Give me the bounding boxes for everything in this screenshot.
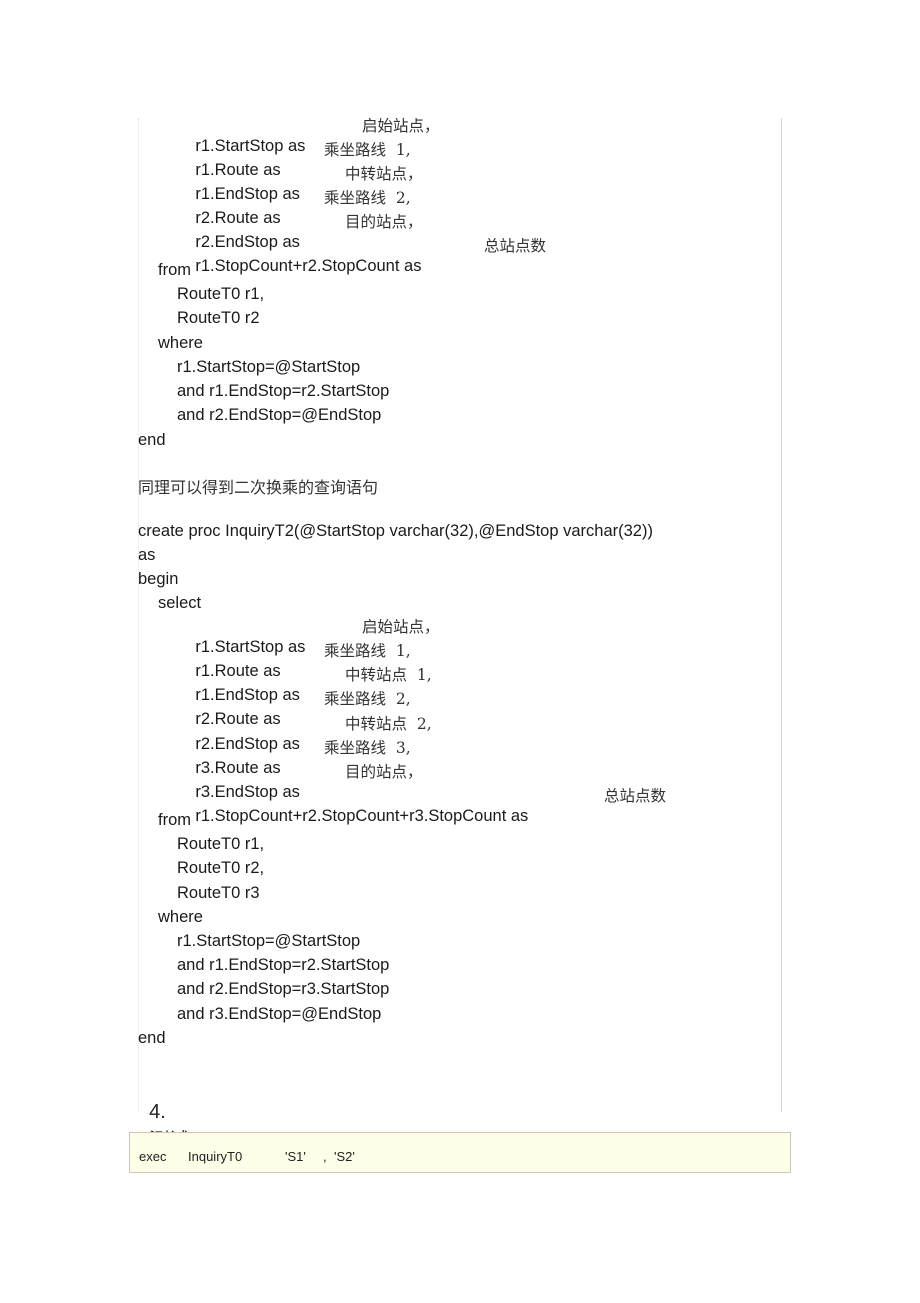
table-ref: RouteT0 r3: [177, 884, 260, 902]
where-keyword: where: [158, 908, 203, 926]
table-ref: RouteT0 r2,: [177, 859, 265, 877]
code-line: r1.Route as 乘坐路线 1,: [138, 641, 777, 680]
select-alias: 乘坐路线 1,: [324, 642, 411, 660]
end-keyword: end: [138, 431, 166, 449]
where-condition: and r1.EndStop=r2.StartStop: [177, 956, 390, 974]
select-alias: 乘坐路线 1,: [324, 141, 411, 159]
select-alias: 乘坐路线 2,: [324, 690, 411, 708]
end-keyword: end: [138, 1029, 166, 1047]
code-line: r2.EndStop as 目的站点，: [138, 212, 737, 251]
code-line: r1.StopCount+r2.StopCount+r3.StopCount a…: [138, 786, 777, 825]
table-ref: RouteT0 r1,: [177, 835, 265, 853]
code-line: r1.StartStop as 启始站点，: [138, 617, 777, 656]
select-expr: r1.StopCount+r2.StopCount as: [195, 257, 422, 275]
create-proc-line: create proc InquiryT2(@StartStop varchar…: [138, 522, 653, 540]
code-frame-right-border: [781, 118, 782, 1112]
code-line: r1.EndStop as 中转站点 1,: [138, 665, 777, 704]
select-alias: 目的站点，: [345, 213, 423, 231]
select-alias: 启始站点，: [362, 618, 440, 636]
from-keyword: from: [158, 261, 191, 279]
select-alias: 中转站点 2,: [345, 715, 432, 733]
where-condition: r1.StartStop=@StartStop: [177, 932, 361, 950]
code-line: r3.Route as 乘坐路线 3,: [138, 738, 777, 777]
select-alias: 目的站点，: [345, 763, 423, 781]
select-alias: 乘坐路线 2,: [324, 189, 411, 207]
code-line: r2.Route as 乘坐路线 2,: [138, 689, 777, 728]
proc-name: InquiryT0: [188, 1149, 243, 1164]
arg-separator: ,: [323, 1149, 327, 1164]
where-keyword: where: [158, 334, 203, 352]
exec-code-box: exec InquiryT0 'S1' , 'S2': [129, 1132, 791, 1173]
select-alias: 中转站点 1,: [345, 666, 432, 684]
code-line: r1.EndStop as 中转站点，: [138, 164, 737, 203]
where-condition: and r1.EndStop=r2.StartStop: [177, 382, 390, 400]
select-alias: 乘坐路线 3,: [324, 739, 411, 757]
code-line: r3.EndStop as 目的站点，: [138, 762, 777, 801]
code-line: r1.StartStop as 启始站点，: [138, 116, 737, 155]
select-alias: 总站点数: [484, 237, 547, 255]
select-alias: 中转站点，: [345, 165, 423, 183]
select-alias: 启始站点，: [362, 117, 440, 135]
table-ref: RouteT0 r1,: [177, 285, 265, 303]
from-keyword: from: [158, 811, 191, 829]
begin-keyword: begin: [138, 570, 179, 588]
where-condition: r1.StartStop=@StartStop: [177, 358, 361, 376]
body-paragraph: 同理可以得到二次换乘的查询语句: [138, 478, 379, 497]
select-alias: 总站点数: [604, 787, 667, 805]
where-condition: and r3.EndStop=@EndStop: [177, 1005, 382, 1023]
where-condition: and r2.EndStop=r3.StartStop: [177, 980, 390, 998]
as-keyword: as: [138, 546, 156, 564]
select-expr: r1.StopCount+r2.StopCount+r3.StopCount a…: [195, 807, 529, 825]
exec-keyword: exec: [139, 1149, 167, 1164]
select-keyword: select: [158, 594, 202, 612]
code-line: r2.Route as 乘坐路线 2,: [138, 188, 737, 227]
arg-start-stop: 'S1': [285, 1149, 306, 1164]
code-line: r1.StopCount+r2.StopCount as 总站点数: [138, 236, 737, 275]
section-number: 4.: [149, 1101, 166, 1123]
where-condition: and r2.EndStop=@EndStop: [177, 406, 382, 424]
table-ref: RouteT0 r2: [177, 309, 260, 327]
arg-end-stop: 'S2': [334, 1149, 355, 1164]
code-line: r2.EndStop as 中转站点 2,: [138, 714, 777, 753]
code-line: r1.Route as 乘坐路线 1,: [138, 140, 737, 179]
